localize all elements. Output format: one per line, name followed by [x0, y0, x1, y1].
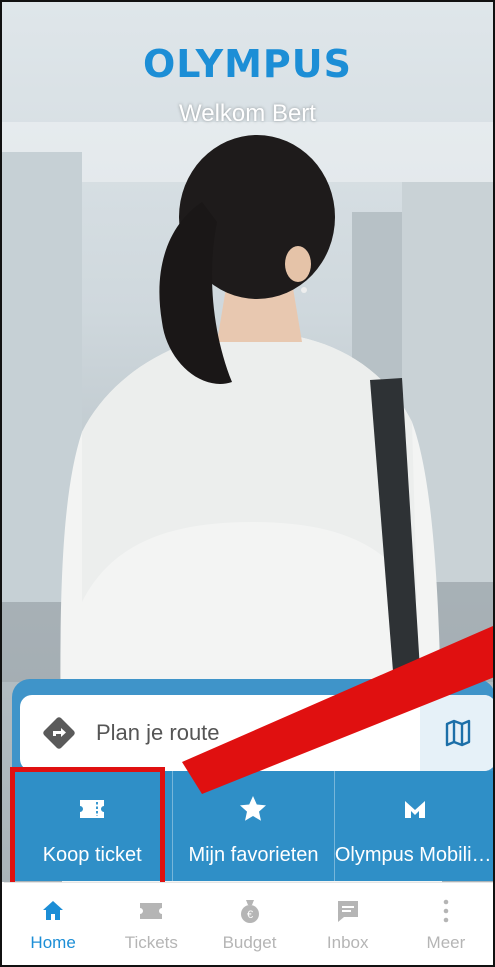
star-icon [240, 796, 267, 821]
map-icon [445, 719, 471, 747]
svg-text:€: € [246, 909, 252, 921]
money-bag-icon: € [240, 900, 259, 923]
olympus-logo: OLYMPUS [142, 42, 352, 86]
nav-home[interactable]: Home [4, 883, 102, 965]
nav-tickets-label: Tickets [124, 933, 178, 952]
more-icon [443, 899, 449, 923]
nav-budget-label: Budget [222, 933, 277, 952]
nav-more-label: Meer [426, 933, 466, 952]
nav-inbox[interactable]: Inbox [299, 883, 397, 965]
favorites-button[interactable]: Mijn favorieten [173, 771, 335, 881]
inbox-icon [337, 901, 358, 922]
directions-icon [43, 717, 75, 749]
home-icon [43, 901, 64, 920]
plan-route-field[interactable]: Plan je route [20, 695, 493, 771]
nav-budget[interactable]: € Budget [200, 883, 298, 965]
nav-tickets[interactable]: Tickets [102, 883, 200, 965]
nav-home-label: Home [30, 933, 76, 952]
bottom-navigation: Home Tickets € Budget Inbox Meer [4, 882, 493, 965]
nav-more[interactable]: Meer [397, 883, 493, 965]
olympus-mobility-button[interactable]: Olympus Mobility... [334, 771, 495, 881]
favorites-label: Mijn favorieten [188, 844, 319, 866]
welcome-text: Welkom Bert [179, 100, 316, 127]
olympus-mobility-label: Olympus Mobility... [334, 844, 495, 866]
highlight-box-koop-ticket [10, 767, 165, 893]
mobility-logo-icon [404, 801, 425, 818]
plan-route-placeholder: Plan je route [96, 720, 220, 745]
app-screen: OLYMPUS Welkom Bert Plan je route Koop t… [0, 0, 495, 967]
map-button[interactable] [420, 695, 493, 771]
nav-inbox-label: Inbox [326, 933, 369, 952]
ticket-icon [140, 903, 163, 919]
